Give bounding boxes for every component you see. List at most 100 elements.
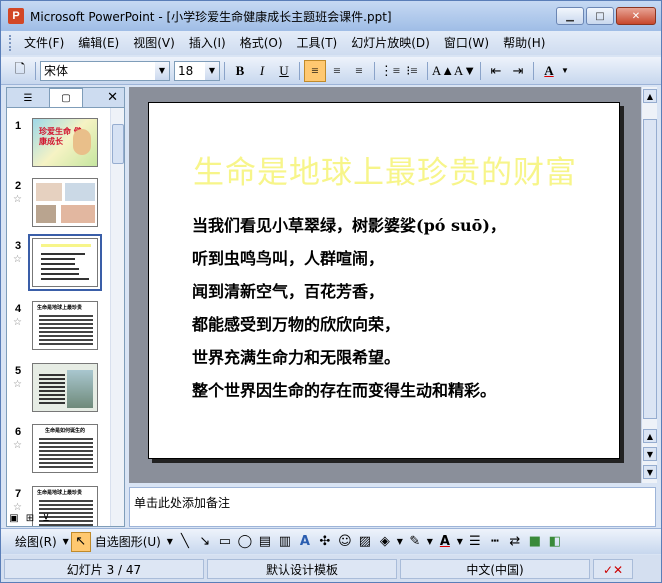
- numbered-list-icon[interactable]: ⋮≡: [379, 60, 401, 82]
- line-color-icon[interactable]: ✎: [405, 532, 425, 552]
- shadow-style-icon[interactable]: ■: [525, 532, 545, 552]
- vertical-textbox-icon[interactable]: ▥: [275, 532, 295, 552]
- draw-menu-button[interactable]: 绘图(R): [11, 533, 61, 550]
- toolbar-separator: [374, 61, 375, 80]
- powerpoint-window: P Microsoft PowerPoint - [小学珍爱生命健康成长主题班会…: [0, 0, 662, 583]
- chevron-down-icon[interactable]: ▼: [425, 532, 435, 552]
- scroll-up-icon[interactable]: ▲: [643, 89, 657, 103]
- 3d-style-icon[interactable]: ◧: [545, 532, 565, 552]
- scrollbar-thumb[interactable]: [643, 119, 657, 419]
- font-name-select[interactable]: 宋体 ▼: [40, 60, 170, 81]
- menu-slideshow[interactable]: 幻灯片放映(D): [344, 32, 437, 54]
- menu-edit[interactable]: 编辑(E): [71, 32, 126, 54]
- current-slide[interactable]: 生命是地球上最珍贵的财富 当我们看见小草翠绿，树影婆娑(pó suō)， 听到虫…: [148, 102, 620, 459]
- slide-sorter-icon[interactable]: ⊞: [23, 512, 37, 524]
- photo-icon: [61, 205, 95, 223]
- close-button[interactable]: ✕: [616, 7, 656, 25]
- increase-indent-icon[interactable]: ⇥: [507, 60, 529, 82]
- select-pointer-icon[interactable]: ↖: [70, 531, 91, 552]
- notes-pane[interactable]: 单击此处添加备注: [129, 487, 656, 527]
- chevron-down-icon[interactable]: ▼: [155, 61, 169, 80]
- text-line-icon: [41, 273, 79, 275]
- new-document-icon[interactable]: 🗋: [9, 60, 31, 82]
- pane-tabs: ☰ ▢ ✕: [7, 88, 124, 108]
- menu-format[interactable]: 格式(O): [233, 32, 290, 54]
- chevron-down-icon[interactable]: ▼: [395, 532, 405, 552]
- menu-window[interactable]: 窗口(W): [437, 32, 496, 54]
- textbox-tool-icon[interactable]: ▤: [255, 532, 275, 552]
- bulleted-list-icon[interactable]: ⁝≡: [401, 60, 423, 82]
- language-indicator: 中文(中国): [400, 559, 590, 579]
- picture-icon[interactable]: ▨: [355, 532, 375, 552]
- arrow-style-icon[interactable]: ⇄: [505, 532, 525, 552]
- menu-bar: 文件(F) 编辑(E) 视图(V) 插入(I) 格式(O) 工具(T) 幻灯片放…: [1, 31, 661, 55]
- slideshow-icon[interactable]: ⊻: [39, 512, 53, 524]
- previous-slide-icon[interactable]: ▲: [643, 429, 657, 443]
- normal-view-icon[interactable]: ▣: [7, 512, 21, 524]
- outline-tab-icon[interactable]: ☰: [11, 89, 45, 107]
- autoshapes-button[interactable]: 自选图形(U): [91, 533, 165, 550]
- slide-scrollbar[interactable]: ▲ ▲ ▼ ▼: [641, 87, 657, 483]
- rectangle-tool-icon[interactable]: ▭: [215, 532, 235, 552]
- spelling-check-icon[interactable]: ✓✕: [593, 559, 633, 579]
- align-right-icon[interactable]: ≡: [348, 60, 370, 82]
- underline-button[interactable]: U: [273, 60, 295, 82]
- scroll-down-icon[interactable]: ▼: [643, 465, 657, 479]
- font-color-icon[interactable]: A: [435, 532, 455, 552]
- slide-thumbnail-3[interactable]: 3 ☆: [7, 234, 111, 294]
- line-style-icon[interactable]: ☰: [465, 532, 485, 552]
- text-line-icon: [41, 258, 75, 260]
- slide-thumbnail-6[interactable]: 6 ☆ 生命是如何诞生的: [7, 424, 111, 480]
- body-line: 当我们看见小草翠绿，树影婆娑(pó suō)，: [192, 216, 506, 235]
- minimize-button[interactable]: ▁: [556, 7, 584, 25]
- slide-title[interactable]: 生命是地球上最珍贵的财富: [149, 147, 621, 192]
- slides-tab-icon[interactable]: ▢: [49, 88, 83, 107]
- slides-pane-scrollbar[interactable]: [110, 108, 124, 526]
- chevron-down-icon[interactable]: ▼: [205, 61, 219, 80]
- toolbar-separator: [480, 61, 481, 80]
- chevron-down-icon[interactable]: ▼: [455, 532, 465, 552]
- align-left-icon[interactable]: ≡: [304, 59, 326, 82]
- slide-thumbnail-5[interactable]: 5 ☆: [7, 363, 111, 419]
- title-bar[interactable]: P Microsoft PowerPoint - [小学珍爱生命健康成长主题班会…: [1, 1, 661, 31]
- chevron-down-icon[interactable]: ▼: [165, 532, 175, 552]
- maximize-button[interactable]: □: [586, 7, 614, 25]
- fill-color-icon[interactable]: ◈: [375, 532, 395, 552]
- chevron-down-icon[interactable]: ▼: [560, 60, 570, 82]
- line-tool-icon[interactable]: ╲: [175, 532, 195, 552]
- next-slide-icon[interactable]: ▼: [643, 447, 657, 461]
- oval-tool-icon[interactable]: ◯: [235, 532, 255, 552]
- decrease-indent-icon[interactable]: ⇤: [485, 60, 507, 82]
- animation-star-icon: ☆: [13, 317, 22, 328]
- menu-tools[interactable]: 工具(T): [290, 32, 345, 54]
- font-size-select[interactable]: 18 ▼: [174, 60, 220, 81]
- thumbnail-title-line: [41, 244, 91, 247]
- window-title: Microsoft PowerPoint - [小学珍爱生命健康成长主题班会课件…: [30, 9, 392, 24]
- slide-thumbnail-2[interactable]: 2 ☆: [7, 178, 111, 234]
- scrollbar-thumb[interactable]: [112, 124, 124, 164]
- diagram-icon[interactable]: ✣: [315, 532, 335, 552]
- menu-file[interactable]: 文件(F): [17, 32, 71, 54]
- slide-thumbnail-1[interactable]: 1 珍爱生命 健康成长: [7, 118, 111, 174]
- decrease-font-icon[interactable]: A▼: [454, 60, 476, 82]
- font-color-button[interactable]: A: [538, 60, 560, 82]
- close-icon[interactable]: ✕: [107, 90, 118, 105]
- menu-help[interactable]: 帮助(H): [496, 32, 552, 54]
- italic-button[interactable]: I: [251, 60, 273, 82]
- increase-font-icon[interactable]: A▲: [432, 60, 454, 82]
- body-line: 听到虫鸣鸟叫，人群喧闹，: [192, 249, 385, 268]
- menu-insert[interactable]: 插入(I): [182, 32, 233, 54]
- slide-body-text[interactable]: 当我们看见小草翠绿，树影婆娑(pó suō)， 听到虫鸣鸟叫，人群喧闹， 闻到清…: [192, 209, 612, 407]
- menu-view[interactable]: 视图(V): [126, 32, 182, 54]
- clipart-icon[interactable]: ☺: [335, 532, 355, 552]
- dash-style-icon[interactable]: ┅: [485, 532, 505, 552]
- arrow-tool-icon[interactable]: ↘: [195, 532, 215, 552]
- chevron-down-icon[interactable]: ▼: [61, 532, 71, 552]
- slide-number: 7: [15, 488, 22, 500]
- text-block-icon: [39, 313, 93, 347]
- menu-grip[interactable]: [9, 35, 13, 51]
- align-center-icon[interactable]: ≡: [326, 60, 348, 82]
- bold-button[interactable]: B: [229, 60, 251, 82]
- slide-thumbnail-4[interactable]: 4 ☆ 生命是地球上最珍贵: [7, 301, 111, 357]
- wordart-icon[interactable]: A: [295, 532, 315, 552]
